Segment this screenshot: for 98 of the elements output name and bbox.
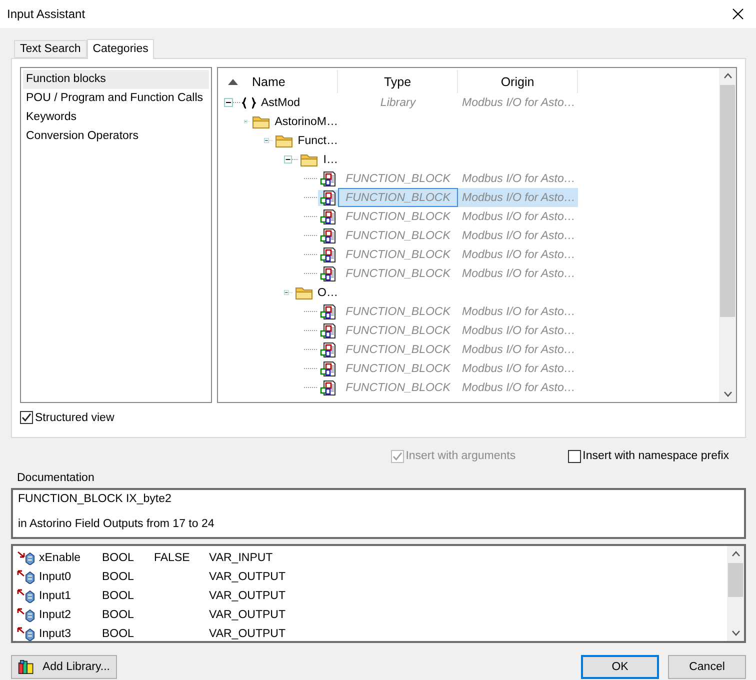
collapse-icon[interactable] <box>224 98 240 107</box>
function-block-icon <box>320 228 336 244</box>
origin-cell-text: Modbus I/O for Asto… <box>461 380 576 396</box>
type-cell: FUNCTION_BLOCK <box>338 188 458 207</box>
scrollbar-thumb[interactable] <box>720 85 735 317</box>
function-block-icon <box>320 342 336 358</box>
output-variable-icon <box>17 608 35 622</box>
folder-icon <box>274 134 293 148</box>
function-block-icon <box>320 322 336 338</box>
category-item[interactable]: Keywords <box>23 108 209 127</box>
type-cell-text: FUNCTION_BLOCK <box>344 324 452 338</box>
parameter-scope: VAR_OUTPUT <box>209 628 286 640</box>
function-block-icon <box>320 170 336 186</box>
input-variable-icon <box>17 550 35 564</box>
name-column-header[interactable]: Name <box>218 70 338 93</box>
tree-item-label[interactable]: AstMod <box>261 96 300 108</box>
function-block-icon <box>320 208 336 224</box>
parameter-scope: VAR_OUTPUT <box>209 608 286 620</box>
type-cell-text: FUNCTION_BLOCK <box>344 304 452 320</box>
type-cell-text: FUNCTION_BLOCK <box>344 342 452 358</box>
column-header[interactable]: Type <box>338 70 458 93</box>
checkbox-label: Structured view <box>35 412 114 424</box>
category-item[interactable]: POU / Program and Function Calls <box>23 89 209 108</box>
tree-item-label[interactable]: I… <box>323 154 338 166</box>
sort-icon[interactable] <box>228 78 238 84</box>
type-cell-text: FUNCTION_BLOCK <box>344 210 452 224</box>
function-block-icon <box>320 360 336 376</box>
cancel-button[interactable]: Cancel <box>668 655 746 679</box>
checkbox-label: Insert with arguments <box>406 450 516 462</box>
parameter-name: Input0 <box>39 570 72 582</box>
type-cell-text: FUNCTION_BLOCK <box>344 362 452 376</box>
parameter-type: BOOL <box>102 590 135 602</box>
ok-button[interactable]: OK <box>581 655 659 679</box>
category-item[interactable]: Conversion Operators <box>23 127 209 146</box>
parameter-type: BOOL <box>102 608 135 620</box>
type-cell-text: FUNCTION_BLOCK <box>344 248 452 262</box>
parameter-name: xEnable <box>39 552 82 564</box>
origin-cell-text: Modbus I/O for Asto… <box>461 172 576 186</box>
tab[interactable]: Categories <box>86 39 154 59</box>
parameter-name: Input3 <box>39 628 72 640</box>
scrollbar[interactable] <box>719 68 736 402</box>
parameter-name: Input1 <box>39 590 72 602</box>
origin-cell-text: Modbus I/O for Asto… <box>461 362 576 376</box>
parameter-scope: VAR_INPUT <box>209 552 274 564</box>
origin-cell-text: Modbus I/O for Asto… <box>461 248 576 262</box>
function-block-icon <box>320 246 336 262</box>
function-block-icon <box>320 266 336 282</box>
scrollbar[interactable] <box>727 546 744 641</box>
origin-cell-text: Modbus I/O for Asto… <box>461 342 576 358</box>
origin-cell-text: Modbus I/O for Asto… <box>461 210 576 224</box>
origin-cell-text: Modbus I/O for Asto… <box>461 96 576 110</box>
origin-cell-text: Modbus I/O for Asto… <box>461 228 576 244</box>
structured-view-checkbox[interactable]: Structured view <box>20 411 737 424</box>
parameter-name: Input2 <box>39 608 72 620</box>
folder-icon <box>294 286 313 300</box>
tree-item-label[interactable]: AstorinoM… <box>274 116 338 128</box>
tree-item-label[interactable]: Funct… <box>298 134 338 146</box>
checkbox[interactable] <box>568 450 581 462</box>
close-icon[interactable] <box>732 8 744 20</box>
parameter-type: BOOL <box>102 628 135 640</box>
folder-icon <box>300 152 318 166</box>
type-cell-text: FUNCTION_BLOCK <box>344 228 452 244</box>
type-cell-text: FUNCTION_BLOCK <box>344 172 452 186</box>
parameter-scope: VAR_OUTPUT <box>209 590 286 602</box>
type-cell-text: Library <box>379 96 417 110</box>
window-title: Input Assistant <box>7 7 86 21</box>
documentation-text: in Astorino Field Outputs from 17 to 24 <box>18 518 216 531</box>
collapse-icon[interactable] <box>284 155 298 164</box>
origin-cell-text: Modbus I/O for Asto… <box>461 266 576 282</box>
parameter-type: BOOL <box>102 552 135 564</box>
books-icon <box>18 658 34 676</box>
parameter-type: BOOL <box>102 570 135 582</box>
folder-icon <box>252 114 270 128</box>
output-variable-icon <box>17 626 35 640</box>
tab[interactable]: Text Search <box>14 40 87 58</box>
checkbox[interactable] <box>20 411 33 424</box>
function-block-icon <box>320 380 336 396</box>
braces-icon <box>242 96 256 108</box>
column-label: Name <box>252 74 286 88</box>
function-block-icon <box>320 190 336 206</box>
checkbox-label: Insert with namespace prefix <box>582 450 729 462</box>
output-variable-icon <box>17 588 35 602</box>
function-block-icon <box>320 304 336 320</box>
origin-cell-text: Modbus I/O for Asto… <box>461 324 576 338</box>
origin-cell: Modbus I/O for Asto… <box>458 188 578 207</box>
documentation-text: FUNCTION_BLOCK IX_byte2 <box>18 493 172 506</box>
parameter-scope: VAR_OUTPUT <box>209 570 286 582</box>
output-variable-icon <box>17 570 35 584</box>
type-cell-text: FUNCTION_BLOCK <box>344 380 452 396</box>
parameter-default: FALSE <box>154 552 191 564</box>
section-label: Documentation <box>17 472 96 485</box>
column-header[interactable]: Origin <box>458 70 578 93</box>
category-item[interactable]: Function blocks <box>23 70 209 89</box>
add-library-button[interactable]: Add Library... <box>11 655 117 679</box>
type-cell-text: FUNCTION_BLOCK <box>344 266 452 282</box>
tree-item-label[interactable]: O… <box>318 286 338 298</box>
origin-cell-text: Modbus I/O for Asto… <box>461 304 576 320</box>
scrollbar-thumb[interactable] <box>728 563 743 597</box>
